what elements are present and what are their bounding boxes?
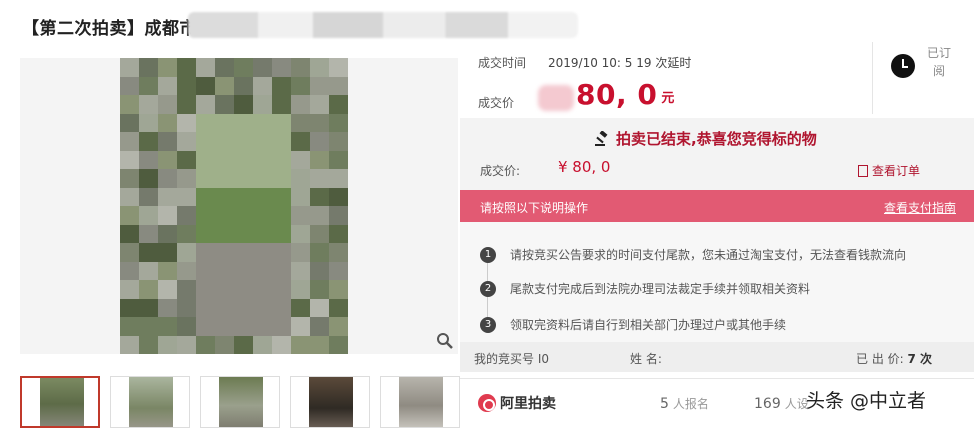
steps-panel: 1 请按竞买公告要求的时间支付尾款，您未通过淘宝支付，无法查看钱款流向 2 尾款… [460, 222, 974, 342]
step-number: 2 [480, 280, 496, 297]
instruction-bar-label: 请按照以下说明操作 [480, 201, 589, 215]
view-order-link[interactable]: 查看订单 [858, 162, 920, 179]
deal-price-unit: 元 [661, 91, 675, 106]
thumbnail-1[interactable] [20, 376, 100, 428]
ended-price-label: 成交价: [480, 164, 521, 178]
instruction-bar: 请按照以下说明操作 查看支付指南 [460, 190, 974, 222]
bid-count-label: 已 出 价: 7 次 [856, 350, 932, 367]
auction-ended-panel: 拍卖已结束,恭喜您竞得标的物 成交价: ¥ 80, 0 查看订单 [460, 118, 974, 190]
auction-ended-text: 拍卖已结束,恭喜您竞得标的物 [616, 130, 817, 148]
ended-price-value: ¥ 80, 0 [558, 158, 611, 176]
deal-time-value: 2019/10 10: 5 19 次延时 [548, 56, 692, 70]
bid-count-value: 7 次 [907, 352, 933, 366]
deal-price: 80, 0 元 [538, 78, 674, 111]
zoom-icon[interactable] [436, 332, 454, 350]
view-order-label: 查看订单 [872, 164, 921, 178]
step-text: 尾款支付完成后到法院办理司法裁定手续并领取相关资料 [510, 282, 811, 296]
ali-logo-icon [478, 394, 496, 412]
deal-price-value: 80, 0 [576, 78, 658, 111]
bid-number-label: 我的竞买号 I0 [474, 352, 549, 366]
watermark: 头条 @中立者 [806, 390, 927, 412]
clock-icon [891, 54, 915, 78]
step-3: 3 领取完资料后请自行到相关部门办理过户或其他手续 [480, 316, 786, 333]
auction-ended-message: 拍卖已结束,恭喜您竞得标的物 [594, 128, 817, 149]
thumbnail-3[interactable] [200, 376, 280, 428]
bid-count-text: 已 出 价: [856, 352, 908, 366]
page-title: 【第二次拍卖】成都市 [22, 18, 197, 39]
my-bid-row: 我的竞买号 I0 姓 名: 已 出 价: 7 次 [460, 342, 974, 372]
redacted-title-area [188, 12, 578, 38]
main-photo [120, 58, 348, 354]
thumbnail-5[interactable] [380, 376, 460, 428]
signup-stat: 5 人报名 [660, 395, 709, 412]
step-number: 3 [480, 316, 496, 333]
thumbnail-strip [20, 376, 460, 428]
gavel-icon [595, 130, 608, 146]
step-2: 2 尾款支付完成后到法院办理司法裁定手续并领取相关资料 [480, 280, 810, 297]
price-redaction [538, 85, 574, 111]
image-viewer[interactable] [20, 58, 458, 354]
signup-label: 人报名 [672, 397, 709, 411]
thumbnail-2[interactable] [110, 376, 190, 428]
thumbnail-4[interactable] [290, 376, 370, 428]
doc-icon [858, 164, 868, 177]
ali-logo-text: 阿里拍卖 [500, 396, 556, 412]
remind-count: 169 [754, 396, 781, 412]
deal-price-label: 成交价 [478, 96, 515, 110]
bidder-name-label: 姓 名: [630, 352, 662, 366]
subscribe-box[interactable]: 已订阅 [872, 42, 972, 114]
signup-count: 5 [660, 396, 669, 412]
step-1: 1 请按竞买公告要求的时间支付尾款，您未通过淘宝支付，无法查看钱款流向 [480, 246, 906, 263]
remind-stat: 169 人设 [754, 395, 809, 412]
subscribe-label: 已订阅 [926, 46, 951, 78]
step-text: 领取完资料后请自行到相关部门办理过户或其他手续 [510, 318, 787, 332]
deal-time-label: 成交时间 [478, 56, 527, 70]
payment-guide-link[interactable]: 查看支付指南 [884, 199, 956, 216]
step-text: 请按竞买公告要求的时间支付尾款，您未通过淘宝支付，无法查看钱款流向 [510, 248, 907, 262]
ali-auction-logo[interactable]: 阿里拍卖 [478, 393, 556, 413]
step-number: 1 [480, 246, 496, 263]
